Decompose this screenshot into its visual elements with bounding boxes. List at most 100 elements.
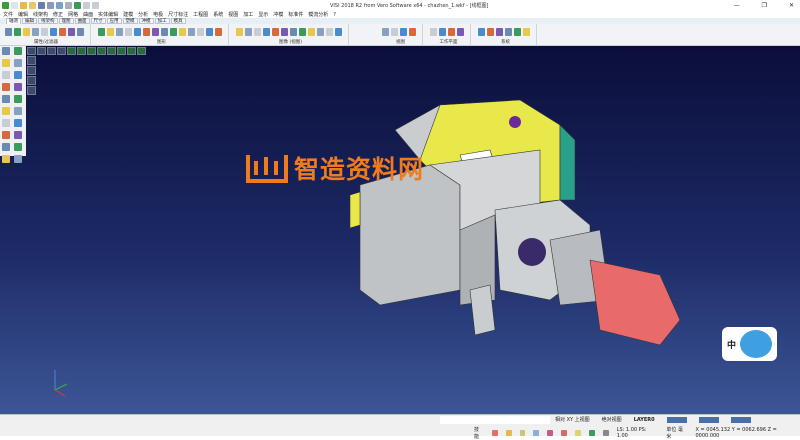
tool-icon[interactable]	[14, 155, 22, 163]
close-button[interactable]: ✕	[789, 2, 794, 9]
tool-icon[interactable]	[50, 28, 57, 36]
tool-icon[interactable]	[14, 131, 22, 139]
snap-icon[interactable]	[492, 430, 498, 436]
view-tool-icon[interactable]	[127, 47, 136, 55]
tool-icon[interactable]	[496, 28, 503, 36]
folder-icon[interactable]	[29, 2, 36, 9]
tool-icon[interactable]	[382, 28, 389, 36]
tool-icon[interactable]	[14, 47, 22, 55]
view-tool-icon[interactable]	[37, 47, 46, 55]
command-search-input[interactable]	[440, 416, 550, 424]
status-indicator[interactable]	[731, 417, 751, 423]
menu-item[interactable]: 加工	[243, 11, 253, 18]
redo-icon[interactable]	[92, 2, 99, 9]
tool-icon[interactable]	[2, 155, 10, 163]
menu-item[interactable]: 修正	[53, 11, 63, 18]
tool-icon[interactable]	[179, 28, 186, 36]
view-tool-icon[interactable]	[77, 47, 86, 55]
tool-icon[interactable]	[430, 28, 437, 36]
tool-icon[interactable]	[14, 143, 22, 151]
menu-item[interactable]: 视图	[228, 11, 238, 18]
menu-item[interactable]: 分析	[138, 11, 148, 18]
view-tool-icon[interactable]	[27, 76, 36, 85]
menu-item[interactable]: 网格	[68, 11, 78, 18]
tool-icon[interactable]	[68, 28, 75, 36]
tool-icon[interactable]	[107, 28, 114, 36]
view-tool-icon[interactable]	[27, 66, 36, 75]
view-tool-icon[interactable]	[97, 47, 106, 55]
tool-icon[interactable]	[457, 28, 464, 36]
open-icon[interactable]	[20, 2, 27, 9]
print-icon[interactable]	[47, 2, 54, 9]
menu-item[interactable]: 线架构	[33, 11, 48, 18]
menu-item[interactable]: 系统	[213, 11, 223, 18]
tool-icon[interactable]	[2, 71, 10, 79]
view-tool-icon[interactable]	[117, 47, 126, 55]
tool-icon[interactable]	[290, 28, 297, 36]
tool-icon[interactable]	[487, 28, 494, 36]
tool-icon[interactable]	[523, 28, 530, 36]
tool-icon[interactable]	[170, 28, 177, 36]
snap-icon[interactable]	[575, 430, 581, 436]
tool-icon[interactable]	[2, 59, 10, 67]
save-icon[interactable]	[38, 2, 45, 9]
layer-status[interactable]: LAYER0	[634, 417, 655, 423]
snap-icon[interactable]	[520, 430, 526, 436]
tool-icon[interactable]	[14, 83, 22, 91]
snap-icon[interactable]	[561, 430, 567, 436]
tool-icon[interactable]	[98, 28, 105, 36]
tool-icon[interactable]	[32, 28, 39, 36]
tool-icon[interactable]	[2, 83, 10, 91]
tool-icon[interactable]	[272, 28, 279, 36]
ime-widget[interactable]: 中	[722, 327, 777, 361]
minimize-button[interactable]: —	[734, 2, 740, 9]
menu-item[interactable]: 文件	[3, 11, 13, 18]
tool-icon[interactable]	[41, 28, 48, 36]
tool-icon[interactable]	[215, 28, 222, 36]
settings-icon[interactable]	[65, 2, 72, 9]
status-indicator[interactable]	[667, 417, 687, 423]
tool-icon[interactable]	[439, 28, 446, 36]
tool-icon[interactable]	[143, 28, 150, 36]
tool-icon[interactable]	[197, 28, 204, 36]
tool-icon[interactable]	[188, 28, 195, 36]
tool-icon[interactable]	[514, 28, 521, 36]
snap-icon[interactable]	[589, 430, 595, 436]
tool-icon[interactable]	[335, 28, 342, 36]
undo-icon[interactable]	[83, 2, 90, 9]
menu-item[interactable]: 尺寸标注	[168, 11, 188, 18]
tool-icon[interactable]	[478, 28, 485, 36]
tool-icon[interactable]	[505, 28, 512, 36]
tool-icon[interactable]	[59, 28, 66, 36]
tool-icon[interactable]	[2, 95, 10, 103]
tool-icon[interactable]	[263, 28, 270, 36]
menu-item[interactable]: 工程图	[193, 11, 208, 18]
tool-icon[interactable]	[2, 107, 10, 115]
view-tool-icon[interactable]	[87, 47, 96, 55]
menu-item[interactable]: ?	[333, 12, 336, 18]
tool-icon[interactable]	[2, 131, 10, 139]
menu-item[interactable]: 模流分析	[308, 11, 328, 18]
snap-icon[interactable]	[506, 430, 512, 436]
tool-icon[interactable]	[134, 28, 141, 36]
tool-icon[interactable]	[245, 28, 252, 36]
tool-icon[interactable]	[254, 28, 261, 36]
tool-icon[interactable]	[400, 28, 407, 36]
tool-icon[interactable]	[317, 28, 324, 36]
snap-icon[interactable]	[547, 430, 553, 436]
view-tool-icon[interactable]	[27, 86, 36, 95]
view-tool-icon[interactable]	[27, 47, 36, 55]
tool-icon[interactable]	[281, 28, 288, 36]
mode-status[interactable]: 技能	[474, 426, 484, 440]
grid-icon[interactable]	[603, 430, 609, 436]
tool-icon[interactable]	[14, 95, 22, 103]
status-indicator[interactable]	[699, 417, 719, 423]
workplane-status[interactable]: 相对 XY 上视图	[555, 416, 590, 423]
menu-item[interactable]: 曲面	[83, 11, 93, 18]
view-tool-icon[interactable]	[67, 47, 76, 55]
tool-icon[interactable]	[409, 28, 416, 36]
menu-item[interactable]: 编辑	[18, 11, 28, 18]
tool-icon[interactable]	[206, 28, 213, 36]
ime-language[interactable]: 中	[727, 338, 736, 351]
tool-icon[interactable]	[2, 119, 10, 127]
